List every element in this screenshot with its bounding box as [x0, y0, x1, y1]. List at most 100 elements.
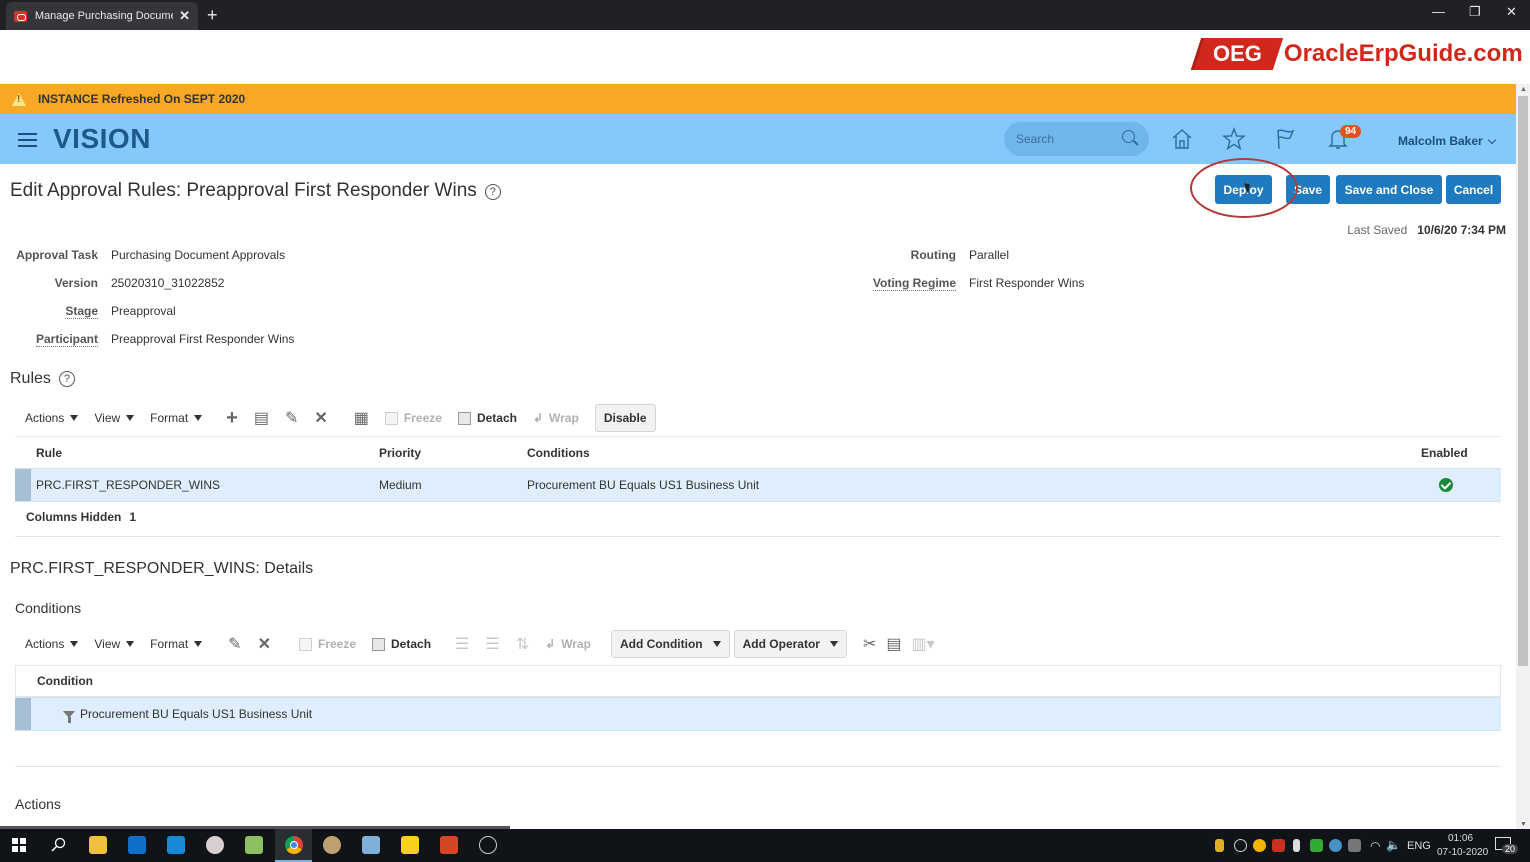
edit-pencil-icon[interactable]: ✎	[228, 634, 241, 654]
user-menu[interactable]: Malcolm Baker	[1398, 134, 1496, 148]
add-operator-label: Add Operator	[742, 637, 820, 651]
deploy-button[interactable]: Deploy	[1215, 175, 1272, 204]
add-icon[interactable]: +	[226, 407, 238, 430]
outlook-icon[interactable]	[128, 836, 146, 854]
add-operator-button[interactable]: Add Operator	[733, 630, 847, 658]
conditions-view-menu[interactable]: View	[94, 637, 135, 651]
new-tab-button[interactable]: +	[207, 5, 218, 26]
edit-pencil-icon[interactable]: ✎	[285, 408, 298, 428]
home-icon[interactable]	[1170, 127, 1194, 151]
tray-security-icon[interactable]	[1310, 839, 1323, 852]
paint-icon[interactable]	[245, 836, 263, 854]
tray-chrome-icon[interactable]	[1253, 839, 1266, 852]
windows-taskbar: ◠ 🔈 ENG 01:06 07-10-2020 20	[0, 829, 1530, 862]
obs-icon[interactable]	[479, 836, 497, 854]
indent-icon[interactable]: ☰	[455, 634, 469, 654]
paint-palette-icon[interactable]	[323, 836, 341, 854]
view-label: View	[94, 637, 121, 651]
outdent-icon[interactable]: ☰	[485, 634, 499, 654]
paste-icon[interactable]: ▥▾	[912, 634, 935, 654]
participant-value: Preapproval First Responder Wins	[111, 332, 295, 346]
query-by-example-icon[interactable]: ▦	[354, 408, 369, 428]
cut-scissors-icon[interactable]: ✂	[863, 634, 876, 654]
wifi-icon[interactable]: ◠	[1370, 839, 1380, 853]
wrap-button[interactable]: ↲ Wrap	[545, 637, 591, 651]
scrollbar-thumb[interactable]	[1518, 96, 1528, 666]
notepad-icon[interactable]	[362, 836, 380, 854]
clock-time[interactable]: 01:06	[1448, 833, 1473, 844]
save-and-close-button[interactable]: Save and Close	[1336, 175, 1442, 204]
tray-shield-icon[interactable]	[1215, 839, 1224, 852]
column-header-conditions[interactable]: Conditions	[527, 446, 590, 460]
hamburger-menu-icon[interactable]	[18, 133, 37, 147]
add-condition-button[interactable]: Add Condition	[610, 630, 730, 658]
search-input[interactable]	[1016, 132, 1116, 146]
freeze-button[interactable]: Freeze	[384, 411, 442, 425]
rules-actions-menu[interactable]: Actions	[25, 411, 79, 425]
conditions-actions-menu[interactable]: Actions	[25, 637, 79, 651]
tray-obs-icon[interactable]	[1234, 839, 1247, 852]
cancel-button[interactable]: Cancel	[1446, 175, 1501, 204]
copy-icon[interactable]: ▤	[886, 634, 901, 654]
restore-button[interactable]: ❐	[1469, 4, 1481, 20]
detach-button[interactable]: Detach	[457, 411, 517, 425]
stage-label[interactable]: Stage	[65, 304, 98, 319]
wrap-button[interactable]: ↲ Wrap	[533, 411, 579, 425]
duplicate-icon[interactable]: ▤	[254, 408, 269, 428]
language-indicator[interactable]: ENG	[1407, 840, 1431, 852]
powerpoint-icon[interactable]	[440, 836, 458, 854]
scroll-down-arrow-icon[interactable]: ▼	[1520, 821, 1527, 828]
taskbar-search-icon[interactable]	[50, 837, 66, 853]
flag-icon[interactable]	[1274, 127, 1298, 151]
search-icon[interactable]	[1122, 130, 1135, 143]
column-header-rule[interactable]: Rule	[36, 446, 62, 460]
disable-button[interactable]: Disable	[594, 404, 656, 432]
global-search[interactable]	[1004, 122, 1149, 156]
conditions-format-menu[interactable]: Format	[150, 637, 203, 651]
column-header-condition[interactable]: Condition	[37, 674, 93, 688]
browser-tab[interactable]: Manage Purchasing Document A ✕	[6, 2, 198, 30]
windows-start-icon[interactable]	[12, 838, 26, 852]
file-explorer-icon[interactable]	[89, 836, 107, 854]
column-header-enabled[interactable]: Enabled	[1421, 446, 1468, 460]
column-header-priority[interactable]: Priority	[379, 446, 421, 460]
clock-date[interactable]: 07-10-2020	[1437, 847, 1488, 858]
row-selector[interactable]	[15, 469, 31, 501]
table-row[interactable]: Procurement BU Equals US1 Business Unit	[15, 697, 1501, 731]
oracle-favicon-icon	[14, 10, 27, 22]
move-icon[interactable]: ⇅	[516, 634, 529, 654]
brand-logo[interactable]: VISION	[53, 123, 151, 155]
chrome-taskbar-button[interactable]	[275, 829, 312, 862]
vertical-scrollbar[interactable]: ▲ ▼	[1516, 84, 1530, 830]
save-button[interactable]: Save	[1286, 175, 1330, 204]
table-row[interactable]: PRC.FIRST_RESPONDER_WINS Medium Procurem…	[15, 468, 1501, 502]
rules-help-icon[interactable]: ?	[58, 371, 75, 387]
filter-funnel-icon	[63, 711, 75, 724]
tray-app-icon[interactable]	[1272, 839, 1285, 852]
tray-device-icon[interactable]	[1348, 839, 1361, 852]
volume-icon[interactable]: 🔈	[1386, 838, 1401, 852]
row-selector[interactable]	[15, 698, 31, 730]
tray-microphone-icon[interactable]	[1293, 839, 1300, 852]
scroll-up-arrow-icon[interactable]: ▲	[1520, 86, 1527, 93]
voting-regime-label[interactable]: Voting Regime	[872, 276, 956, 291]
participant-label[interactable]: Participant	[35, 332, 98, 347]
sticky-notes-icon[interactable]	[401, 836, 419, 854]
rules-format-menu[interactable]: Format	[150, 411, 203, 425]
help-icon[interactable]: ?	[484, 184, 501, 200]
favorites-star-icon[interactable]	[1222, 127, 1246, 151]
detach-button[interactable]: Detach	[372, 637, 431, 651]
delete-x-icon[interactable]: ✕	[314, 408, 327, 428]
stage-value: Preapproval	[111, 304, 176, 318]
minimize-button[interactable]: —	[1432, 4, 1445, 19]
delete-x-icon[interactable]: ✕	[258, 634, 271, 654]
freeze-button[interactable]: Freeze	[298, 637, 357, 651]
mail-icon[interactable]	[167, 836, 185, 854]
columns-hidden-count: 1	[129, 510, 137, 524]
snipping-tool-icon[interactable]	[206, 836, 224, 854]
freeze-label: Freeze	[317, 637, 357, 651]
tab-close-icon[interactable]: ✕	[179, 8, 190, 24]
tray-network-app-icon[interactable]	[1329, 839, 1342, 852]
rules-view-menu[interactable]: View	[94, 411, 135, 425]
close-window-button[interactable]: ✕	[1506, 4, 1517, 20]
